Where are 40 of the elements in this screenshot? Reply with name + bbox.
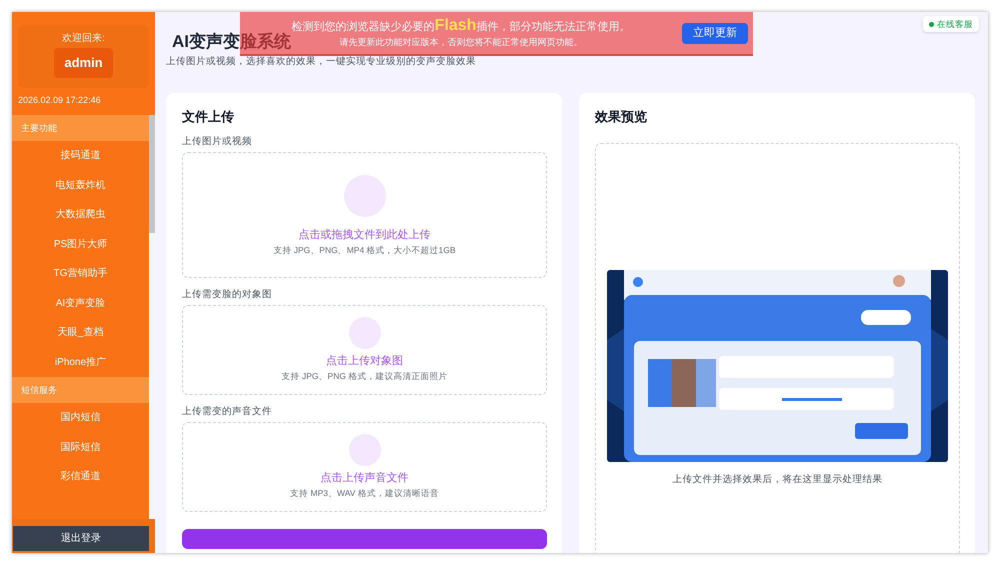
upload-prompt: 点击或拖拽文件到此处上传: [298, 228, 430, 242]
sidebar-item[interactable]: 国际短信: [12, 432, 149, 462]
upload-dropzone[interactable]: 点击或拖拽文件到此处上传 支持 JPG、PNG、MP4 格式，大小不超过1GB: [182, 152, 547, 278]
page-title: AI变声变脸系统: [172, 32, 291, 53]
card-title: 文件上传: [182, 108, 235, 126]
card-title: 效果预览: [595, 108, 648, 126]
page-subtitle: 上传图片或视频，选择喜欢的效果，一键实现专业级别的变声变脸效果: [166, 56, 477, 68]
field-label: 上传需变的声音文件: [182, 406, 273, 418]
upload-dropzone[interactable]: 点击上传声音文件 支持 MP3、WAV 格式，建议清晰语音: [182, 422, 547, 512]
warning-text: 检测到您的浏览器缺少必要的Flash插件，部分功能无法正常使用。: [292, 18, 630, 35]
field-label: 上传图片或视频: [182, 136, 253, 148]
username-badge: admin: [54, 48, 113, 78]
datetime-text: 2026.02.09 17:22:46: [18, 94, 102, 106]
sidebar-item[interactable]: 大数据爬虫: [12, 200, 149, 230]
upload-hint: 支持 JPG、PNG、MP4 格式，大小不超过1GB: [273, 244, 456, 256]
scrollbar[interactable]: [149, 115, 155, 519]
field-label: 上传需变脸的对象图: [182, 289, 273, 301]
online-support-button[interactable]: 在线客服: [923, 16, 979, 32]
sidebar-item[interactable]: 电短轰炸机: [12, 170, 149, 200]
sidebar-item[interactable]: AI变声变脸: [12, 288, 149, 318]
upload-hint: 支持 JPG、PNG 格式，建议高清正面照片: [282, 370, 448, 382]
submit-button[interactable]: [182, 529, 547, 549]
sidebar-item[interactable]: TG营销助手: [12, 259, 149, 288]
upload-dropzone[interactable]: 点击上传对象图 支持 JPG、PNG 格式，建议高清正面照片: [182, 305, 547, 395]
sidebar-item[interactable]: PS图片大师: [12, 230, 149, 259]
sidebar-item[interactable]: 国内短信: [12, 403, 149, 432]
logout-button[interactable]: 退出登录: [13, 526, 149, 551]
update-button[interactable]: 立即更新: [682, 22, 748, 44]
warning-subtext: 请先更新此功能对应版本，否则您将不能正常使用网页功能。: [340, 36, 582, 48]
upload-prompt: 点击上传声音文件: [320, 471, 408, 485]
welcome-text: 欢迎回来:: [62, 33, 105, 45]
upload-hint: 支持 MP3、WAV 格式，建议清晰语音: [290, 487, 439, 499]
sidebar-item[interactable]: 彩信通道: [12, 462, 149, 492]
preview-caption: 上传文件并选择效果后，将在这里显示处理结果: [672, 474, 882, 486]
section-header: 主要功能: [12, 115, 149, 141]
sidebar-item[interactable]: 接码通道: [12, 141, 149, 170]
upload-prompt: 点击上传对象图: [326, 354, 403, 368]
section-header: 短信服务: [12, 377, 149, 403]
sidebar-item[interactable]: 天眼_查档: [12, 318, 149, 348]
sidebar-item[interactable]: iPhone推广: [12, 348, 149, 377]
